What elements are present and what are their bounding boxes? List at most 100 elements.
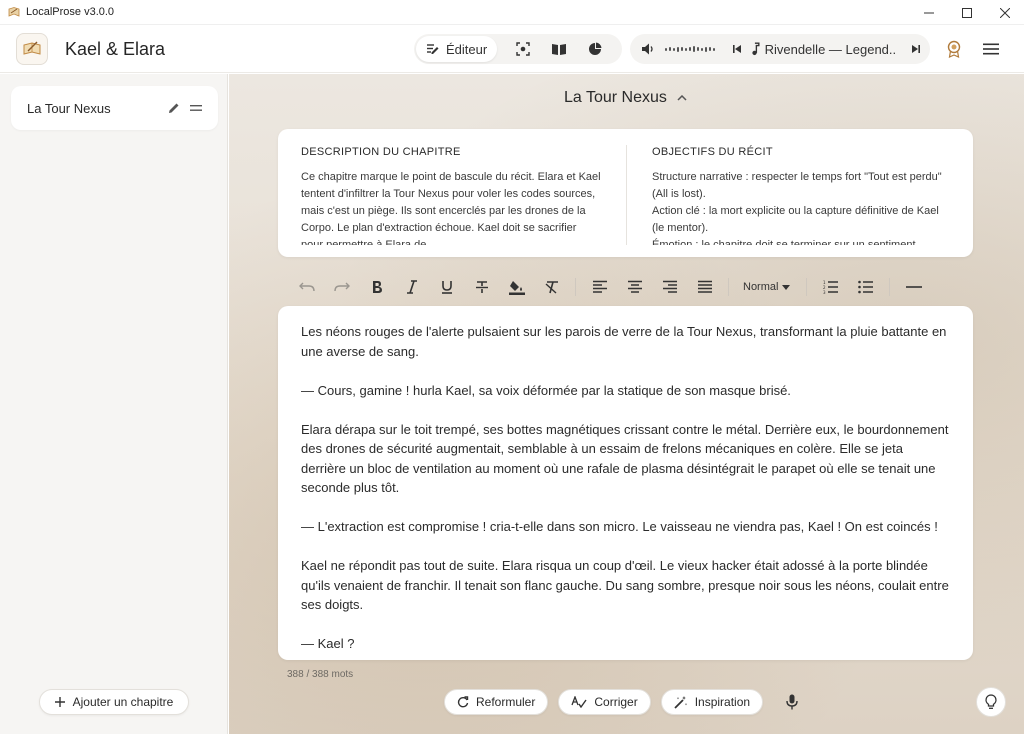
editor-mode-button[interactable]: Éditeur xyxy=(416,36,498,62)
redo-button[interactable] xyxy=(324,271,359,303)
redo-icon xyxy=(333,282,350,292)
pie-chart-icon xyxy=(589,42,602,55)
minimize-button[interactable] xyxy=(910,0,948,25)
refresh-icon xyxy=(457,696,469,708)
editor-paragraph[interactable]: — Cours, gamine ! hurla Kael, sa voix dé… xyxy=(301,381,950,401)
ai-actions-bar: Reformuler Corriger Inspiration xyxy=(444,688,805,716)
volume-button[interactable] xyxy=(634,35,661,63)
music-note-icon xyxy=(752,42,760,56)
chapter-description[interactable]: DESCRIPTION DU CHAPITRE Ce chapitre marq… xyxy=(301,146,601,245)
chapter-item-label: La Tour Nexus xyxy=(27,100,111,116)
bullet-list-button[interactable] xyxy=(848,271,883,303)
audio-waveform xyxy=(665,46,716,52)
close-icon xyxy=(1000,7,1010,18)
highlight-color-button[interactable] xyxy=(499,271,534,303)
magic-wand-icon xyxy=(674,696,687,709)
format-toolbar: Normal 1 2 3 xyxy=(289,271,969,303)
toolbar-divider xyxy=(806,278,808,296)
undo-button[interactable] xyxy=(289,271,324,303)
clear-format-button[interactable] xyxy=(534,271,569,303)
justify-button[interactable] xyxy=(687,271,722,303)
word-count: 388 / 388 mots xyxy=(287,669,354,680)
spellcheck-icon xyxy=(571,696,587,708)
window-titlebar: LocalProse v3.0.0 xyxy=(0,0,1024,25)
stats-button[interactable] xyxy=(581,35,609,63)
editor-mode-label: Éditeur xyxy=(446,41,488,57)
bold-icon xyxy=(372,281,382,293)
microphone-icon xyxy=(786,694,798,710)
editor-paragraph[interactable]: Elara dérapa sur le toit trempé, ses bot… xyxy=(301,420,950,498)
toolbar-divider xyxy=(575,278,576,296)
description-heading: DESCRIPTION DU CHAPITRE xyxy=(301,146,461,158)
sidebar-item-chapter[interactable]: La Tour Nexus xyxy=(11,86,218,130)
bullet-list-icon xyxy=(858,280,873,294)
editor-paragraph[interactable]: — Kael ? xyxy=(301,634,950,654)
pencil-icon xyxy=(169,103,179,113)
drag-chapter-handle[interactable] xyxy=(188,100,204,116)
skip-next-icon xyxy=(912,45,921,53)
underline-button[interactable] xyxy=(429,271,464,303)
rephrase-button[interactable]: Reformuler xyxy=(444,689,549,715)
description-text: Ce chapitre marque le point de bascule d… xyxy=(301,171,601,245)
app-logo-icon xyxy=(8,7,20,17)
lightbulb-icon xyxy=(985,694,997,709)
previous-track-button[interactable] xyxy=(723,35,750,63)
toolbar-divider xyxy=(889,278,891,296)
underline-icon xyxy=(441,281,452,294)
editor-paragraph[interactable]: Les néons rouges de l'alerte pulsaient s… xyxy=(301,322,950,361)
book-quill-icon xyxy=(23,41,41,55)
correct-button[interactable]: Corriger xyxy=(558,689,651,715)
main-workspace: La Tour Nexus DESCRIPTION DU CHAPITRE Ce… xyxy=(229,74,1024,734)
editor-paragraph[interactable]: — L'extraction est compromise ! cria-t-e… xyxy=(301,517,950,537)
chevron-up-icon[interactable] xyxy=(677,95,687,101)
track-title: Rivendelle — Legend... xyxy=(764,41,897,57)
rename-chapter-button[interactable] xyxy=(166,100,182,116)
add-chapter-button[interactable]: Ajouter un chapitre xyxy=(39,689,189,715)
text-editor[interactable]: Les néons rouges de l'alerte pulsaient s… xyxy=(278,306,973,660)
info-divider xyxy=(626,145,627,245)
story-objectives[interactable]: OBJECTIFS DU RÉCIT Structure narrative :… xyxy=(652,146,952,245)
objective-line: Structure narrative : respecter le temps… xyxy=(652,171,942,200)
edit-notes-icon xyxy=(427,44,439,54)
numbered-list-icon: 1 2 3 xyxy=(823,280,838,294)
focus-icon xyxy=(516,42,530,56)
project-title: Kael & Elara xyxy=(65,39,166,59)
dictation-button[interactable] xyxy=(779,689,805,715)
hamburger-menu-icon xyxy=(983,43,999,55)
chapter-heading[interactable]: La Tour Nexus xyxy=(564,89,687,107)
align-left-button[interactable] xyxy=(582,271,617,303)
tips-button[interactable] xyxy=(976,687,1006,717)
close-window-button[interactable] xyxy=(986,0,1024,25)
minimize-icon xyxy=(924,12,934,13)
book-view-button[interactable] xyxy=(545,35,573,63)
caret-down-icon xyxy=(782,284,791,290)
volume-icon xyxy=(641,43,653,55)
svg-text:3: 3 xyxy=(823,290,826,294)
align-right-button[interactable] xyxy=(652,271,687,303)
objectives-text: Structure narrative : respecter le temps… xyxy=(652,169,952,245)
achievement-button[interactable] xyxy=(942,37,966,61)
bold-button[interactable] xyxy=(359,271,394,303)
fill-color-icon xyxy=(508,281,525,295)
align-center-button[interactable] xyxy=(617,271,652,303)
focus-mode-button[interactable] xyxy=(509,35,537,63)
align-center-icon xyxy=(627,280,642,293)
drag-handle-icon xyxy=(190,105,202,111)
toolbar-divider xyxy=(728,278,729,296)
numbered-list-button[interactable]: 1 2 3 xyxy=(813,271,848,303)
menu-button[interactable] xyxy=(979,37,1003,61)
horizontal-rule-button[interactable] xyxy=(896,271,931,303)
project-logo[interactable] xyxy=(16,33,48,65)
inspiration-button[interactable]: Inspiration xyxy=(660,689,764,715)
align-right-icon xyxy=(662,280,677,293)
app-header: Kael & Elara Éditeur Rivendelle — Legend… xyxy=(0,25,1024,73)
chapter-info-card: DESCRIPTION DU CHAPITRE Ce chapitre marq… xyxy=(278,129,973,257)
strikethrough-icon xyxy=(475,281,488,293)
window-title: LocalProse v3.0.0 xyxy=(26,6,115,18)
maximize-button[interactable] xyxy=(948,0,986,25)
editor-paragraph[interactable]: Kael ne répondit pas tout de suite. Elar… xyxy=(301,556,950,615)
strikethrough-button[interactable] xyxy=(464,271,499,303)
paragraph-style-select[interactable]: Normal xyxy=(735,271,800,303)
next-track-button[interactable] xyxy=(903,35,930,63)
italic-button[interactable] xyxy=(394,271,429,303)
